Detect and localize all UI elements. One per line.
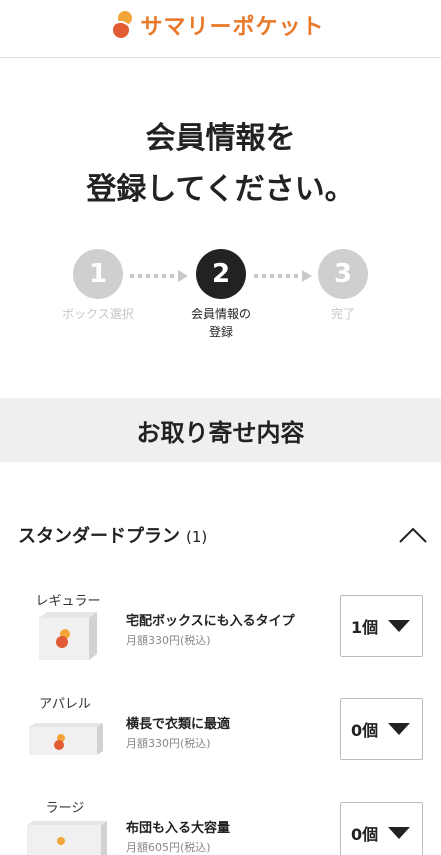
logo-text: サマリーポケット	[140, 14, 325, 40]
product-price: 月額605円(税込)	[126, 841, 211, 854]
product-size-label: レギュラー	[35, 594, 101, 609]
product-size-label: ラージ	[45, 801, 85, 816]
step-1-circle: 1	[73, 249, 123, 299]
quantity-select[interactable]: 0個	[340, 802, 423, 855]
product-name: 布団も入る大容量	[126, 821, 231, 836]
step-1-label: ボックス選択	[62, 307, 134, 321]
product-row-apparel: アパレル 横長で衣類に最適 月額330円(税込) 0個	[0, 693, 441, 788]
apparel-box-image	[29, 723, 103, 755]
page-title-line1: 会員情報を	[145, 121, 296, 156]
product-row-large: ラージ 布団も入る大容量 月額605円(税込) 0個	[0, 797, 441, 855]
caret-down-icon	[388, 827, 410, 839]
step-2-label: 会員情報の 登録	[190, 307, 251, 339]
quantity-select[interactable]: 0個	[340, 698, 423, 760]
plan-title: スタンダードプラン (1)	[18, 526, 208, 547]
quantity-value: 1個	[351, 618, 379, 637]
quantity-select[interactable]: 1個	[340, 595, 423, 657]
app-header: サマリーポケット	[0, 0, 441, 58]
large-box-image	[27, 821, 107, 855]
quantity-value: 0個	[351, 825, 379, 844]
product-row-regular: レギュラー 宅配ボックスにも入るタイプ 月額330円(税込) 1個	[0, 590, 441, 685]
chevron-up-icon[interactable]	[398, 525, 428, 545]
summary-pocket-logo-icon	[113, 10, 133, 38]
page-title: 会員情報を 登録してください。	[0, 113, 441, 215]
product-size-label: アパレル	[39, 697, 91, 712]
step-3-label: 完了	[330, 307, 355, 321]
caret-down-icon	[388, 723, 410, 735]
plan-accordion-header[interactable]: スタンダードプラン (1)	[18, 522, 428, 548]
order-section-title: お取り寄せ内容	[0, 398, 441, 462]
logo[interactable]: サマリーポケット	[112, 9, 324, 41]
product-price: 月額330円(税込)	[126, 634, 211, 647]
product-price: 月額330円(税込)	[126, 737, 211, 750]
quantity-value: 0個	[351, 721, 379, 740]
plan-count: (1)	[186, 528, 208, 546]
product-name: 宅配ボックスにも入るタイプ	[126, 614, 295, 629]
caret-down-icon	[388, 620, 410, 632]
step-connector-2	[254, 270, 312, 282]
step-2-circle: 2	[196, 249, 246, 299]
product-name: 横長で衣類に最適	[126, 717, 231, 732]
step-3-circle: 3	[318, 249, 368, 299]
progress-stepper: 1 ボックス選択 2 会員情報の 登録 3 完了	[0, 249, 441, 349]
step-connector-1	[130, 270, 188, 282]
regular-box-image	[39, 612, 97, 660]
page-title-line2: 登録してください。	[86, 172, 355, 207]
